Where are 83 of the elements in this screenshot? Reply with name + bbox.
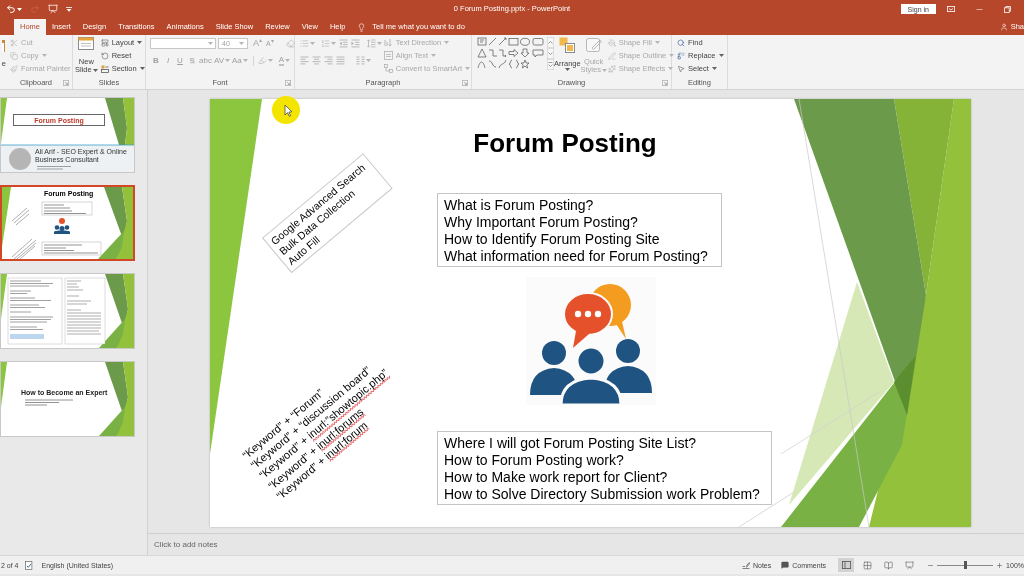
dropdown-caret-icon — [310, 42, 315, 45]
slide-thumbnail[interactable] — [0, 273, 135, 349]
dropdown-caret-icon — [564, 68, 570, 71]
paragraph-drawing — [24, 399, 74, 406]
dialog-launcher-icon[interactable] — [63, 80, 69, 86]
pointer-icon — [677, 64, 685, 73]
replace-icon — [677, 51, 685, 60]
paragraph-drawing — [36, 166, 72, 170]
highlighter-icon — [257, 56, 267, 65]
question-text: What information need for Forum Posting? — [444, 248, 709, 265]
dialog-launcher-icon[interactable] — [285, 80, 291, 86]
presentation-icon[interactable] — [48, 4, 58, 14]
lightbulb-icon — [357, 22, 367, 32]
paint-bucket-icon — [607, 38, 616, 47]
person-icon — [999, 23, 1008, 31]
speech-bubble-icon — [781, 561, 790, 569]
dropdown-caret-icon — [267, 59, 273, 62]
dropdown-caret-icon — [17, 7, 22, 11]
document-check-icon[interactable] — [24, 560, 33, 570]
question-text: Where I will got Forum Posting Site List? — [444, 435, 698, 452]
paintbrush-icon — [10, 64, 18, 73]
numbered-list-icon — [321, 39, 330, 48]
zoom-slider[interactable] — [937, 561, 994, 569]
dropdown-caret-icon — [92, 68, 98, 72]
pen-lines-icon — [741, 561, 750, 569]
question-text: What is Forum Posting? — [444, 197, 595, 214]
undo-icon[interactable] — [6, 4, 16, 14]
dropdown-caret-icon — [601, 68, 607, 72]
text-direction-icon — [383, 38, 393, 47]
restore-icon[interactable] — [1004, 5, 1011, 13]
text-box-drawing — [41, 241, 102, 256]
dropdown-caret-icon — [239, 42, 244, 45]
scissors-icon — [10, 38, 18, 47]
corner-shapes-drawing — [98, 187, 133, 259]
dropdown-caret-icon — [331, 42, 336, 45]
pen-icon — [607, 51, 616, 60]
question-text: How to Solve Directory Submission work Problem? — [444, 486, 761, 503]
gallery-more-icon[interactable] — [547, 59, 554, 70]
copy-icon — [10, 51, 18, 60]
zoom-in-icon[interactable] — [996, 561, 1004, 569]
columns-icon — [356, 56, 365, 65]
open-book-icon — [883, 560, 893, 570]
dropdown-caret-icon — [285, 59, 291, 62]
paragraph-drawing — [11, 238, 37, 259]
zoom-slider-thumb[interactable] — [963, 561, 967, 569]
customize-toolbar-icon[interactable] — [66, 6, 72, 12]
text-box-drawing — [41, 201, 93, 216]
down-caret-icon — [270, 40, 274, 43]
dropdown-caret-icon — [366, 59, 371, 62]
dialog-launcher-icon[interactable] — [662, 80, 668, 86]
shapes-gallery-drawing[interactable] — [477, 37, 545, 70]
notes-field[interactable]: Click to add notes — [154, 534, 1024, 555]
ribbon-options-icon[interactable] — [947, 6, 955, 12]
question-text: Why Important Forum Posting? — [444, 214, 639, 231]
view-button[interactable] — [838, 558, 855, 572]
dropdown-caret-icon — [377, 42, 382, 45]
slide-title: Forum Posting — [472, 130, 658, 156]
search-icon — [677, 38, 685, 47]
gallery-up-icon[interactable] — [547, 37, 554, 48]
text-column-drawing — [7, 277, 63, 345]
section-icon — [100, 64, 109, 73]
bulleted-list-icon — [300, 39, 309, 48]
smartart-icon — [383, 64, 393, 73]
gallery-down-icon[interactable] — [547, 48, 554, 59]
layout-panels-icon — [841, 561, 851, 569]
question-text: How to Make work report for Client? — [444, 469, 669, 486]
presentation-screen-icon — [904, 560, 914, 570]
corner-shapes-drawing — [105, 98, 134, 145]
circular-arrow-icon — [100, 51, 109, 60]
left-wedge-drawing — [2, 187, 11, 247]
up-caret-icon — [259, 39, 262, 42]
dropdown-caret-icon — [208, 42, 213, 45]
text-column-drawing — [64, 277, 106, 345]
grid-icon — [862, 560, 872, 570]
sparkles-icon — [607, 64, 616, 73]
layout-icon — [100, 38, 109, 47]
question-text: How to Forum Posting work? — [444, 452, 625, 469]
align-text-icon — [383, 51, 393, 60]
people-chat-drawing — [54, 218, 70, 234]
line-spacing-icon — [367, 39, 376, 48]
paragraph-drawing — [11, 207, 30, 226]
dialog-launcher-icon[interactable] — [462, 80, 468, 86]
question-text: How to Identify Forum Posting Site — [444, 231, 661, 248]
